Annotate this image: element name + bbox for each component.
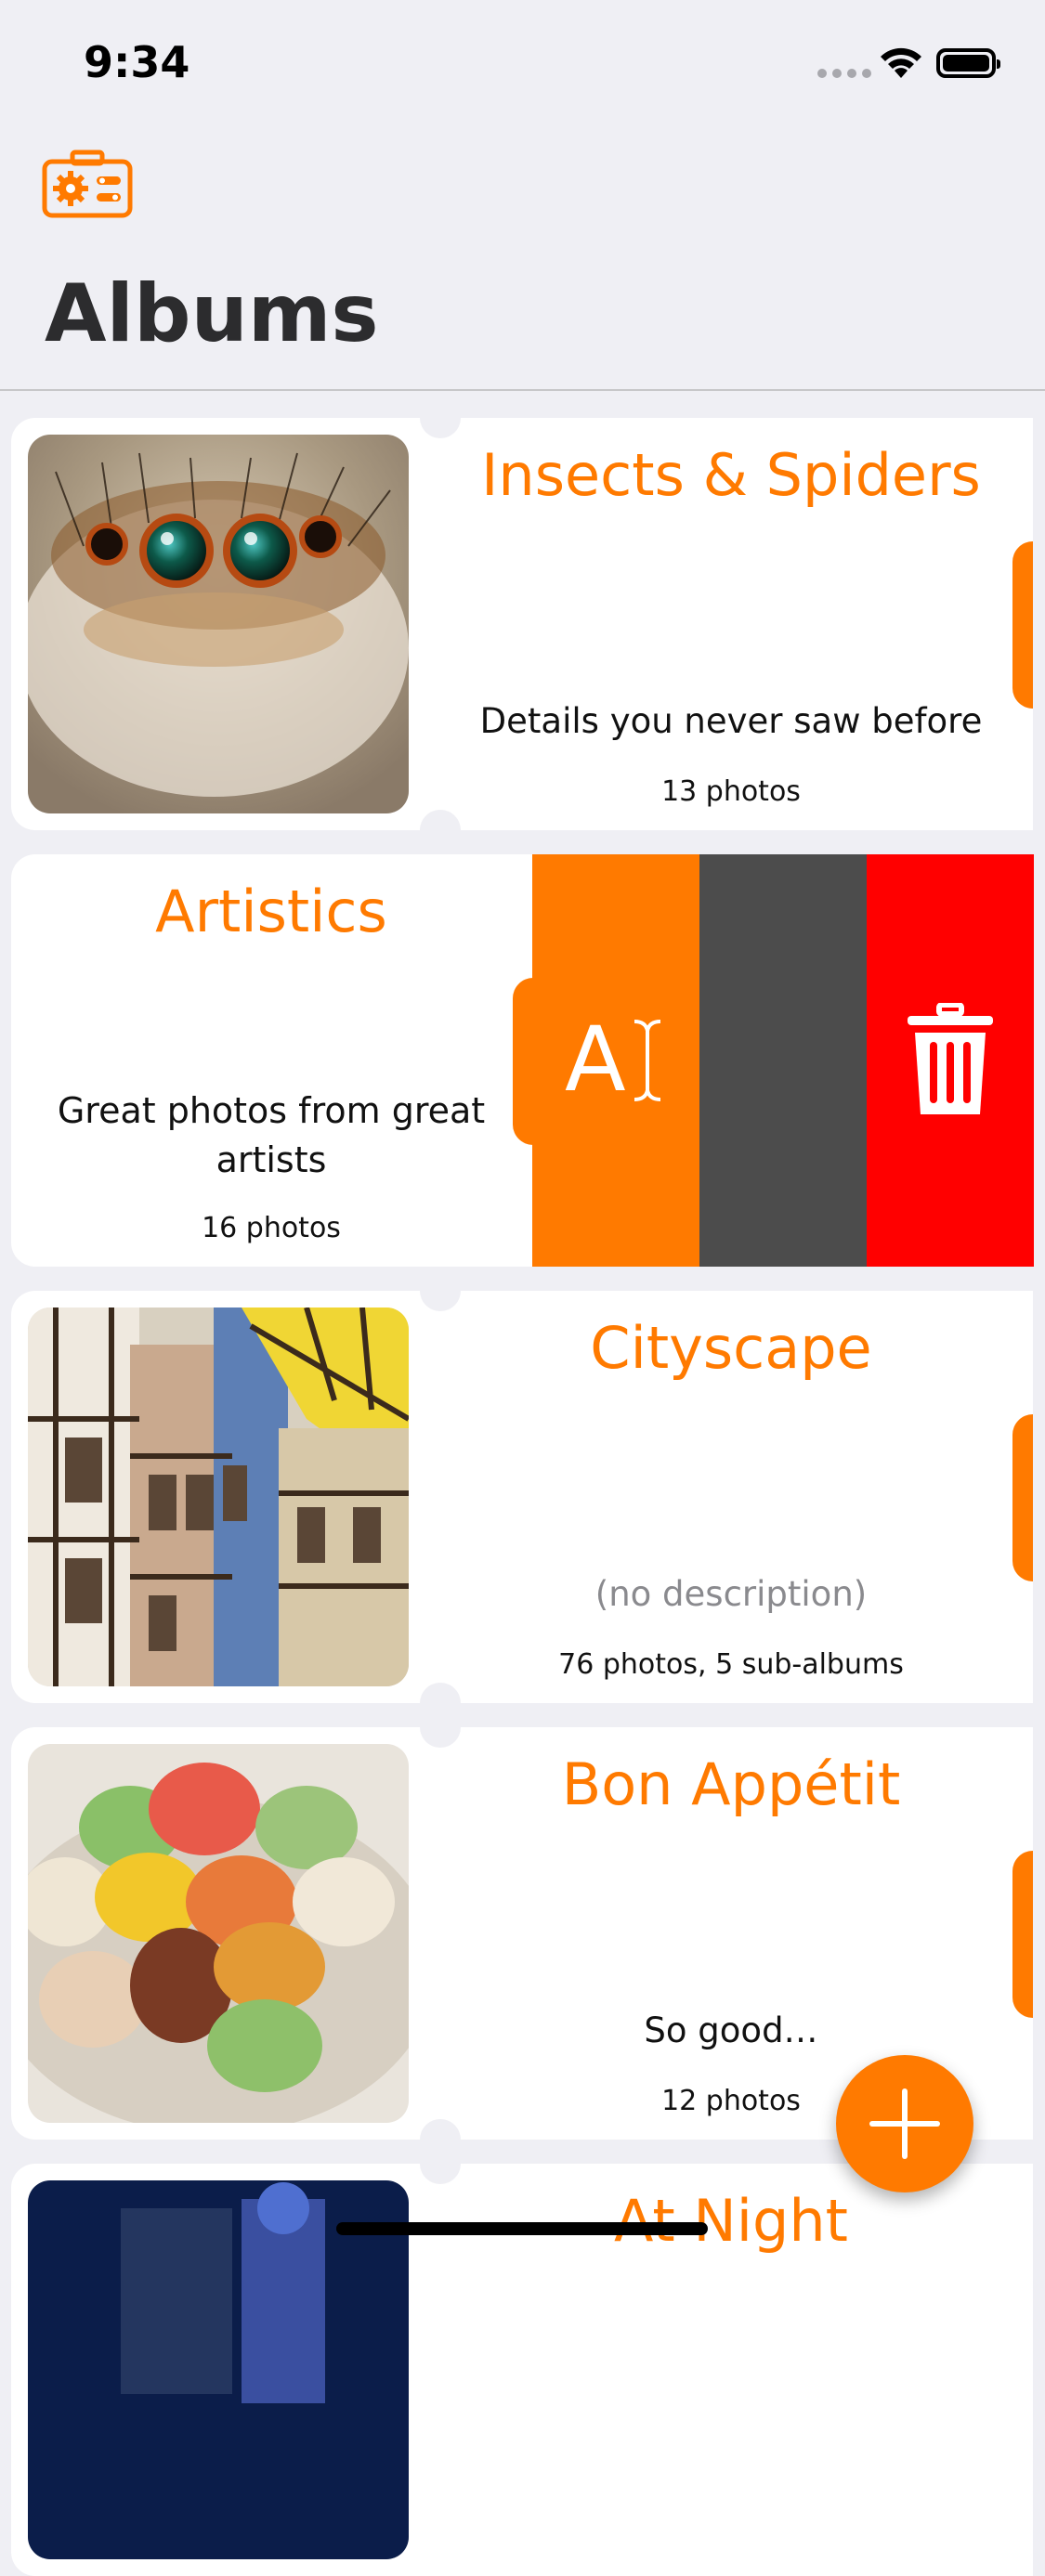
- battery-icon: [936, 48, 1000, 78]
- album-description: So good…: [644, 2010, 818, 2050]
- card-notch: [420, 2119, 461, 2140]
- album-card-artistics[interactable]: Artistics Great photos from great artist…: [11, 854, 1034, 1267]
- album-title: Bon Appétit: [561, 1750, 901, 1818]
- home-indicator[interactable]: [336, 2222, 708, 2235]
- album-description: Details you never saw before: [479, 701, 983, 741]
- wifi-icon: [881, 47, 921, 78]
- card-notch: [420, 1683, 461, 1703]
- album-photo-count: 16 photos: [202, 1212, 341, 1244]
- svg-text:A: A: [565, 1008, 626, 1112]
- page-title: Albums: [45, 267, 379, 360]
- plus-icon: [869, 2088, 940, 2159]
- album-thumbnail-macarons: [28, 1744, 409, 2123]
- album-thumbnail-jumping-spider: [28, 435, 409, 813]
- album-title: At Night: [614, 2187, 848, 2255]
- album-photo-count: 76 photos, 5 sub-albums: [558, 1648, 904, 1681]
- card-notch: [420, 1727, 461, 1748]
- camera-settings-icon[interactable]: [41, 149, 134, 219]
- album-title: Artistics: [155, 878, 387, 945]
- title-divider: [0, 389, 1045, 391]
- swipe-handle[interactable]: [1012, 541, 1033, 709]
- status-time: 9:34: [84, 37, 190, 87]
- album-thumbnail-half-timbered-houses: [28, 1308, 409, 1686]
- rename-button[interactable]: A: [532, 854, 699, 1267]
- cellular-signal-icon: [817, 69, 871, 78]
- card-notch: [420, 810, 461, 830]
- status-bar: 9:34: [0, 0, 1045, 130]
- album-description: Great photos from great artists: [57, 1090, 486, 1180]
- album-thumbnail-night-building: [28, 2180, 409, 2559]
- card-notch: [420, 1291, 461, 1311]
- swipe-handle[interactable]: [1012, 1851, 1033, 2018]
- more-button[interactable]: [699, 854, 867, 1267]
- album-card-insects-spiders[interactable]: Insects & Spiders Details you never saw …: [11, 418, 1033, 830]
- rename-icon: A: [565, 1008, 661, 1112]
- trash-icon: [908, 1003, 993, 1114]
- album-card-cityscape[interactable]: Cityscape (no description) 76 photos, 5 …: [11, 1291, 1033, 1703]
- album-photo-count: 13 photos: [661, 775, 801, 808]
- card-notch: [420, 418, 461, 438]
- delete-button[interactable]: [867, 854, 1034, 1267]
- add-album-button[interactable]: [836, 2055, 973, 2192]
- album-title: Insects & Spiders: [481, 441, 981, 509]
- card-notch: [420, 2164, 461, 2184]
- swipe-handle[interactable]: [1012, 1414, 1033, 1581]
- album-title: Cityscape: [590, 1314, 872, 1382]
- album-description: (no description): [594, 1574, 868, 1614]
